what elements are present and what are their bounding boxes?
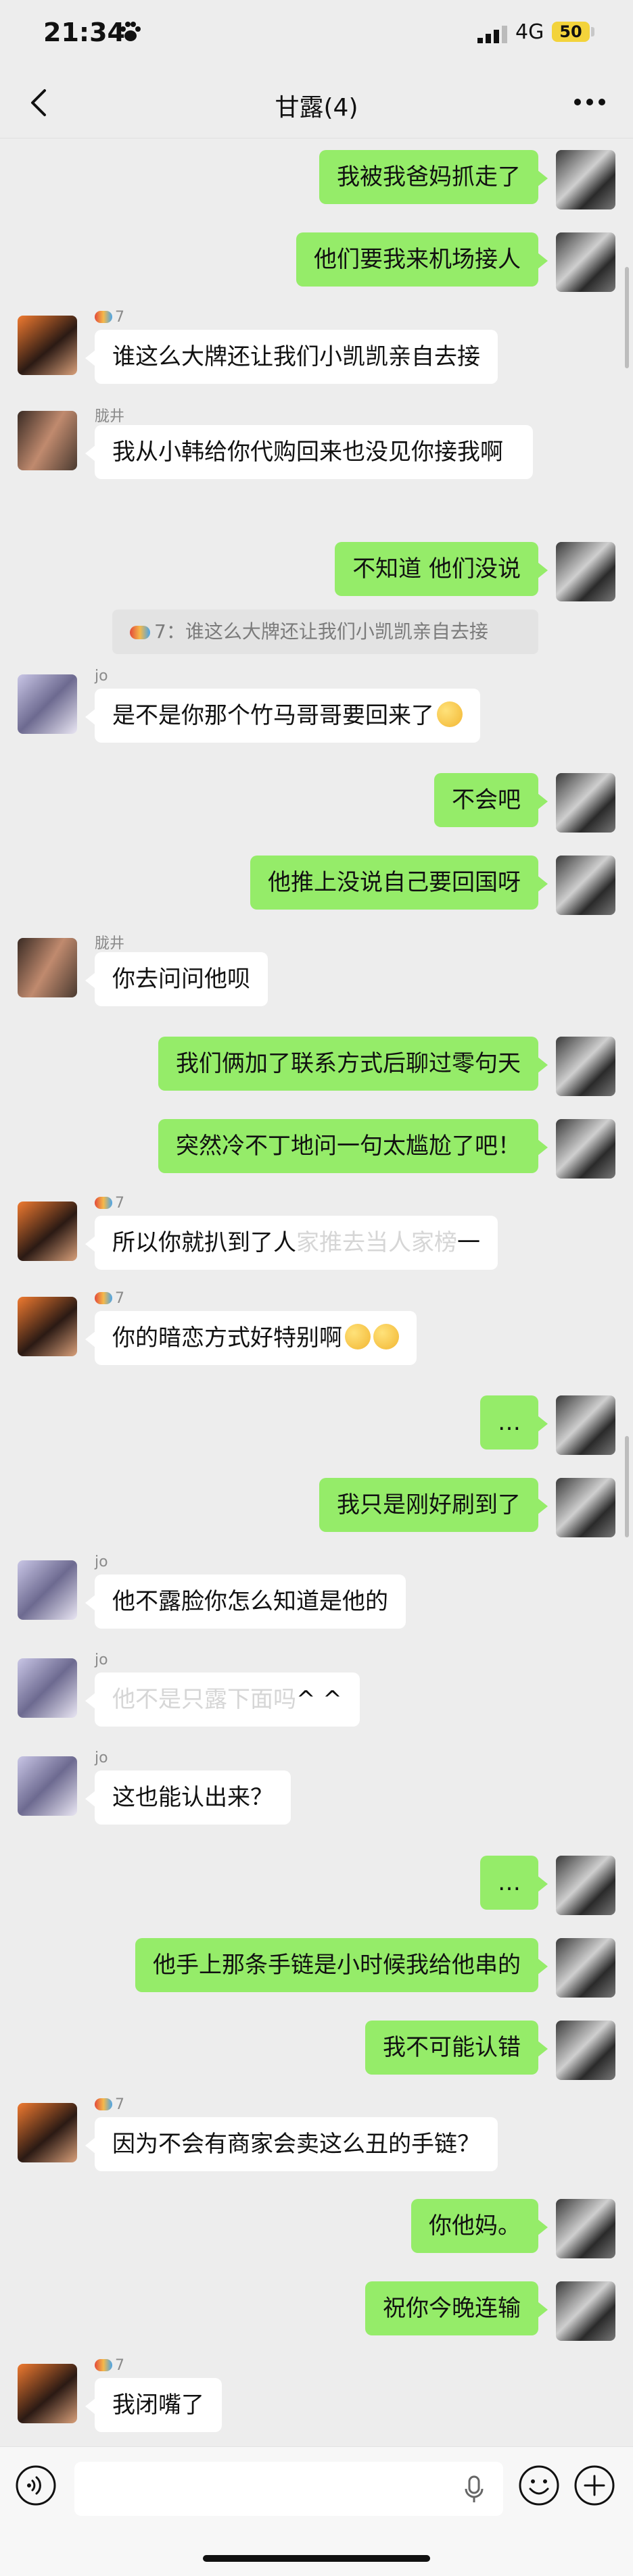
palette-emoji-icon (130, 626, 150, 639)
message-bubble-self[interactable]: 祝你今晚连输 (365, 2281, 548, 2335)
avatar-ljing[interactable] (18, 411, 77, 470)
message-bubble-self[interactable]: 突然冷不丁地问一句太尴尬了吧！ (158, 1119, 548, 1173)
avatar-self[interactable] (556, 773, 615, 833)
avatar-ljing[interactable] (18, 938, 77, 997)
more-icon[interactable] (572, 92, 607, 112)
network-label: 4G (515, 20, 544, 44)
sender-name: 胧井 (95, 935, 125, 952)
message-bubble-other[interactable]: 我闭嘴了 (85, 2378, 222, 2432)
plus-icon[interactable] (573, 2464, 615, 2506)
avatar-self[interactable] (556, 542, 615, 601)
scrollbar-thumb[interactable] (625, 267, 629, 368)
avatar-self[interactable] (556, 2199, 615, 2258)
paw-icon (120, 22, 141, 41)
battery-icon: 50 (552, 22, 590, 42)
avatar-jo[interactable] (18, 1658, 77, 1718)
avatar-self[interactable] (556, 1856, 615, 1915)
avatar-7[interactable] (18, 316, 77, 375)
avatar-jo[interactable] (18, 1560, 77, 1620)
chat-header: 甘露(4) (0, 68, 633, 139)
avatar-jo[interactable] (18, 674, 77, 734)
palette-emoji-icon (95, 2098, 112, 2110)
message-bubble-self[interactable]: 不会吧 (434, 773, 548, 827)
avatar-7[interactable] (18, 2103, 77, 2162)
message-bubble-other[interactable]: 他不露脸你怎么知道是他的 (85, 1575, 406, 1629)
sender-name: 7 (95, 2357, 124, 2374)
avatar-self[interactable] (556, 1037, 615, 1096)
message-bubble-self[interactable]: … (480, 1395, 548, 1450)
status-time: 21:34 (43, 18, 125, 47)
scrollbar-thumb[interactable] (625, 1436, 629, 1537)
message-bubble-self[interactable]: 我们俩加了联系方式后聊过零句天 (158, 1037, 548, 1091)
quoted-message[interactable]: 7：谁这么大牌还让我们小凯凯亲自去接 (112, 610, 538, 654)
message-bubble-self[interactable]: 你他妈。 (411, 2199, 548, 2253)
message-bubble-other[interactable]: 是不是你那个竹马哥哥要回来了 (85, 689, 480, 743)
message-bubble-other[interactable]: 你的暗恋方式好特别啊 (85, 1311, 417, 1365)
message-bubble-self[interactable]: 他手上那条手链是小时候我给他串的 (135, 1938, 548, 1992)
message-bubble-other[interactable]: 这也能认出来？ (85, 1770, 291, 1825)
avatar-self[interactable] (556, 856, 615, 915)
sender-name: 7 (95, 309, 124, 326)
sender-name: jo (95, 668, 108, 685)
sender-name: 7 (95, 1290, 124, 1307)
palette-emoji-icon (95, 311, 112, 323)
sender-name: 7 (95, 2096, 124, 2113)
sender-name: jo (95, 1652, 108, 1668)
message-input[interactable] (74, 2462, 503, 2516)
avatar-self[interactable] (556, 232, 615, 292)
flushed-emoji-icon (373, 1324, 399, 1349)
avatar-self[interactable] (556, 1478, 615, 1537)
avatar-7[interactable] (18, 1202, 77, 1261)
flushed-emoji-icon (345, 1324, 371, 1349)
battery-tip (591, 27, 594, 36)
input-bar (0, 2446, 633, 2576)
message-bubble-other[interactable]: 他不是只露下面吗^ ^ (85, 1673, 360, 1727)
message-bubble-other[interactable]: 因为不会有商家会卖这么丑的手链？ (85, 2117, 498, 2171)
voice-input-icon[interactable] (15, 2464, 57, 2506)
sender-name: 胧井 (95, 408, 125, 425)
message-bubble-self[interactable]: 我不可能认错 (365, 2021, 548, 2075)
home-indicator (203, 2555, 430, 2562)
sender-name: 7 (95, 1195, 124, 1212)
sender-name: jo (95, 1750, 108, 1766)
avatar-self[interactable] (556, 1395, 615, 1455)
message-bubble-self[interactable]: 他推上没说自己要回国呀 (250, 856, 548, 910)
signal-icon (477, 26, 507, 43)
chat-area[interactable]: 我被我爸妈抓走了 他们要我来机场接人 7 谁这么大牌还让我们小凯凯亲自去接 胧井… (0, 139, 633, 2446)
message-bubble-self[interactable]: 我只是刚好刷到了 (319, 1478, 548, 1532)
palette-emoji-icon (95, 2359, 112, 2371)
message-bubble-self[interactable]: 我被我爸妈抓走了 (319, 150, 548, 204)
thinking-emoji-icon (437, 701, 463, 727)
chat-title: 甘露(4) (275, 94, 358, 122)
avatar-self[interactable] (556, 2021, 615, 2080)
avatar-self[interactable] (556, 150, 615, 209)
avatar-self[interactable] (556, 2281, 615, 2341)
message-bubble-other[interactable]: 你去问问他呗 (85, 952, 268, 1006)
message-bubble-other[interactable]: 谁这么大牌还让我们小凯凯亲自去接 (85, 330, 498, 384)
message-bubble-other[interactable]: 所以你就扒到了人家推去当人家榜一 (85, 1216, 498, 1270)
sender-name: jo (95, 1554, 108, 1570)
avatar-self[interactable] (556, 1119, 615, 1179)
message-bubble-other[interactable]: 我从小韩给你代购回来也没见你接我啊 (85, 425, 533, 479)
palette-emoji-icon (95, 1197, 112, 1209)
message-bubble-self[interactable]: … (480, 1856, 548, 1910)
message-bubble-self[interactable]: 不知道 他们没说 (335, 542, 548, 596)
emoji-icon[interactable] (518, 2464, 560, 2506)
status-bar: 21:34 4G 50 (0, 0, 633, 68)
avatar-jo[interactable] (18, 1756, 77, 1816)
avatar-7[interactable] (18, 1297, 77, 1356)
mic-icon[interactable] (464, 2475, 484, 2504)
message-bubble-self[interactable]: 他们要我来机场接人 (296, 232, 548, 287)
palette-emoji-icon (95, 1292, 112, 1304)
avatar-7[interactable] (18, 2364, 77, 2423)
avatar-self[interactable] (556, 1938, 615, 1998)
